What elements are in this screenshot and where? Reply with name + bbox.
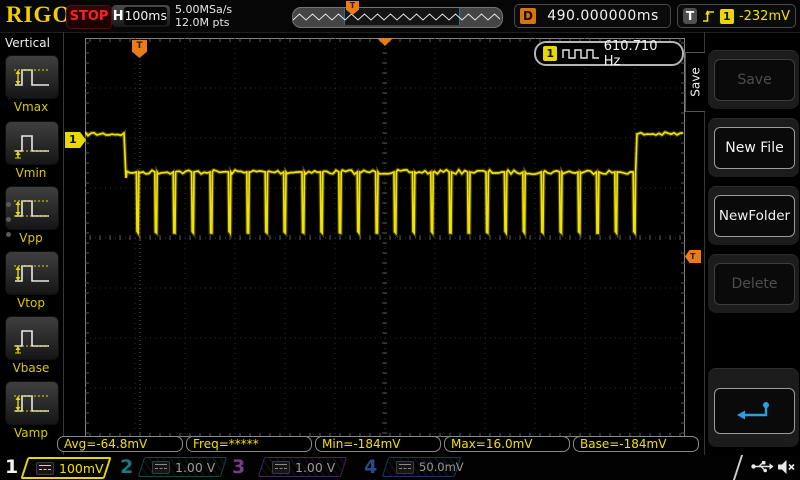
new-file-button[interactable]: New File — [714, 127, 795, 169]
channel-4-scale: 50.0mV — [419, 460, 464, 474]
delete-button[interactable]: Delete — [714, 263, 795, 305]
run-stop-status[interactable]: STOP — [66, 5, 112, 29]
sidebar-item-vtop[interactable]: Vtop — [5, 251, 57, 310]
measurement-freq: Freq=***** — [186, 436, 312, 452]
channel-3-number[interactable]: 3 — [232, 456, 245, 479]
menu-page-dot — [6, 232, 11, 237]
vtop-icon — [5, 251, 59, 295]
menu-title: Vertical — [5, 36, 50, 50]
graticule — [85, 38, 685, 437]
menu-page-dot — [6, 202, 11, 207]
trigger-label: T — [683, 8, 697, 24]
menu-page-dot — [6, 217, 11, 222]
delay-value: 490.000000ms — [541, 8, 665, 24]
ch1-zero-marker[interactable]: 1 — [65, 132, 86, 148]
menu-tab-label: Save — [689, 67, 703, 96]
measurement-max: Max=16.0mV — [444, 436, 570, 452]
sidebar-item-label: Vamp — [5, 426, 57, 440]
channel-status-bar: 1 100mV 2 1.00 V 3 1.00 V 4 50.0mV — [0, 455, 800, 480]
vertical-measure-menu: Vertical Vmax Vmin Vpp Vtop Vbase Vamp — [0, 32, 64, 455]
vmax-icon — [5, 55, 59, 99]
sidebar-item-label: Vbase — [5, 361, 57, 375]
square-wave-icon — [562, 48, 598, 60]
vamp-icon — [5, 381, 59, 425]
channel-1-number[interactable]: 1 — [5, 456, 18, 479]
return-arrow-icon — [735, 398, 775, 424]
channel-1-scale: 100mV — [59, 461, 104, 476]
counter-source-badge: 1 — [543, 46, 557, 61]
sidebar-item-label: Vmin — [5, 166, 57, 180]
delay-readout-box: D 490.000000ms — [514, 4, 671, 28]
delay-label: D — [520, 8, 536, 24]
acquisition-info: 5.00MSa/s 12.0M pts — [175, 3, 232, 29]
counter-value: 610.710 Hz — [604, 39, 675, 69]
channel-2-scale-box[interactable]: 1.00 V — [138, 457, 227, 477]
frequency-counter: 1 610.710 Hz — [534, 41, 684, 66]
menu-tab-save: Save — [685, 52, 705, 112]
sidebar-item-label: Vtop — [5, 296, 57, 310]
measurement-avg: Avg=-64.8mV — [57, 436, 183, 452]
trigger-source-badge: 1 — [720, 9, 734, 24]
timebase-value: 100ms — [124, 7, 167, 25]
trigger-status-box[interactable]: T 1 -232mV — [677, 4, 796, 28]
rising-edge-icon — [702, 8, 714, 24]
sidebar-item-label: Vpp — [5, 231, 57, 245]
channel-2-scale: 1.00 V — [175, 460, 215, 475]
coupling-dc-icon — [36, 462, 54, 475]
trigger-level-marker[interactable]: T — [685, 250, 701, 263]
measurement-min: Min=-184mV — [315, 436, 441, 452]
channel-1-scale-box[interactable]: 100mV — [20, 457, 111, 479]
channel-2-number[interactable]: 2 — [120, 456, 133, 479]
preview-wave — [293, 8, 500, 25]
sidebar-item-vmin[interactable]: Vmin — [5, 121, 57, 180]
memory-depth: 12.0M pts — [175, 16, 232, 29]
waveform-position-bar[interactable] — [292, 7, 503, 28]
sidebar-item-vpp[interactable]: Vpp — [5, 186, 57, 245]
usb-icon — [751, 460, 774, 473]
channel-3-scale: 1.00 V — [295, 460, 335, 475]
vpp-icon — [5, 186, 59, 230]
timebase-label: H — [112, 9, 124, 24]
trigger-level-value: -232mV — [739, 9, 790, 24]
coupling-dc-icon — [272, 461, 290, 474]
coupling-dc-icon — [152, 461, 170, 474]
new-folder-button[interactable]: NewFolder — [714, 195, 795, 237]
vbase-icon — [5, 316, 59, 360]
coupling-dc-icon — [396, 461, 414, 474]
measurement-base: Base=-184mV — [573, 436, 699, 452]
oscilloscope-screen: RIGOL STOP H 100ms 5.00MSa/s 12.0M pts T… — [0, 0, 800, 480]
save-button[interactable]: Save — [714, 59, 795, 101]
horizontal-timebase-box[interactable]: H 100ms — [112, 5, 170, 27]
sidebar-item-vamp[interactable]: Vamp — [5, 381, 57, 440]
channel-4-number[interactable]: 4 — [364, 456, 377, 479]
vmin-icon — [5, 121, 59, 165]
channel-3-scale-box[interactable]: 1.00 V — [258, 457, 347, 477]
save-menu: Save New File NewFolder Delete — [704, 32, 800, 455]
sidebar-item-label: Vmax — [5, 100, 57, 114]
channel-4-scale-box[interactable]: 50.0mV — [382, 457, 461, 477]
back-button[interactable] — [714, 388, 795, 434]
sidebar-item-vmax[interactable]: Vmax — [5, 55, 57, 114]
speaker-muted-icon[interactable] — [777, 459, 796, 475]
sample-rate: 5.00MSa/s — [175, 3, 232, 16]
sidebar-item-vbase[interactable]: Vbase — [5, 316, 57, 375]
